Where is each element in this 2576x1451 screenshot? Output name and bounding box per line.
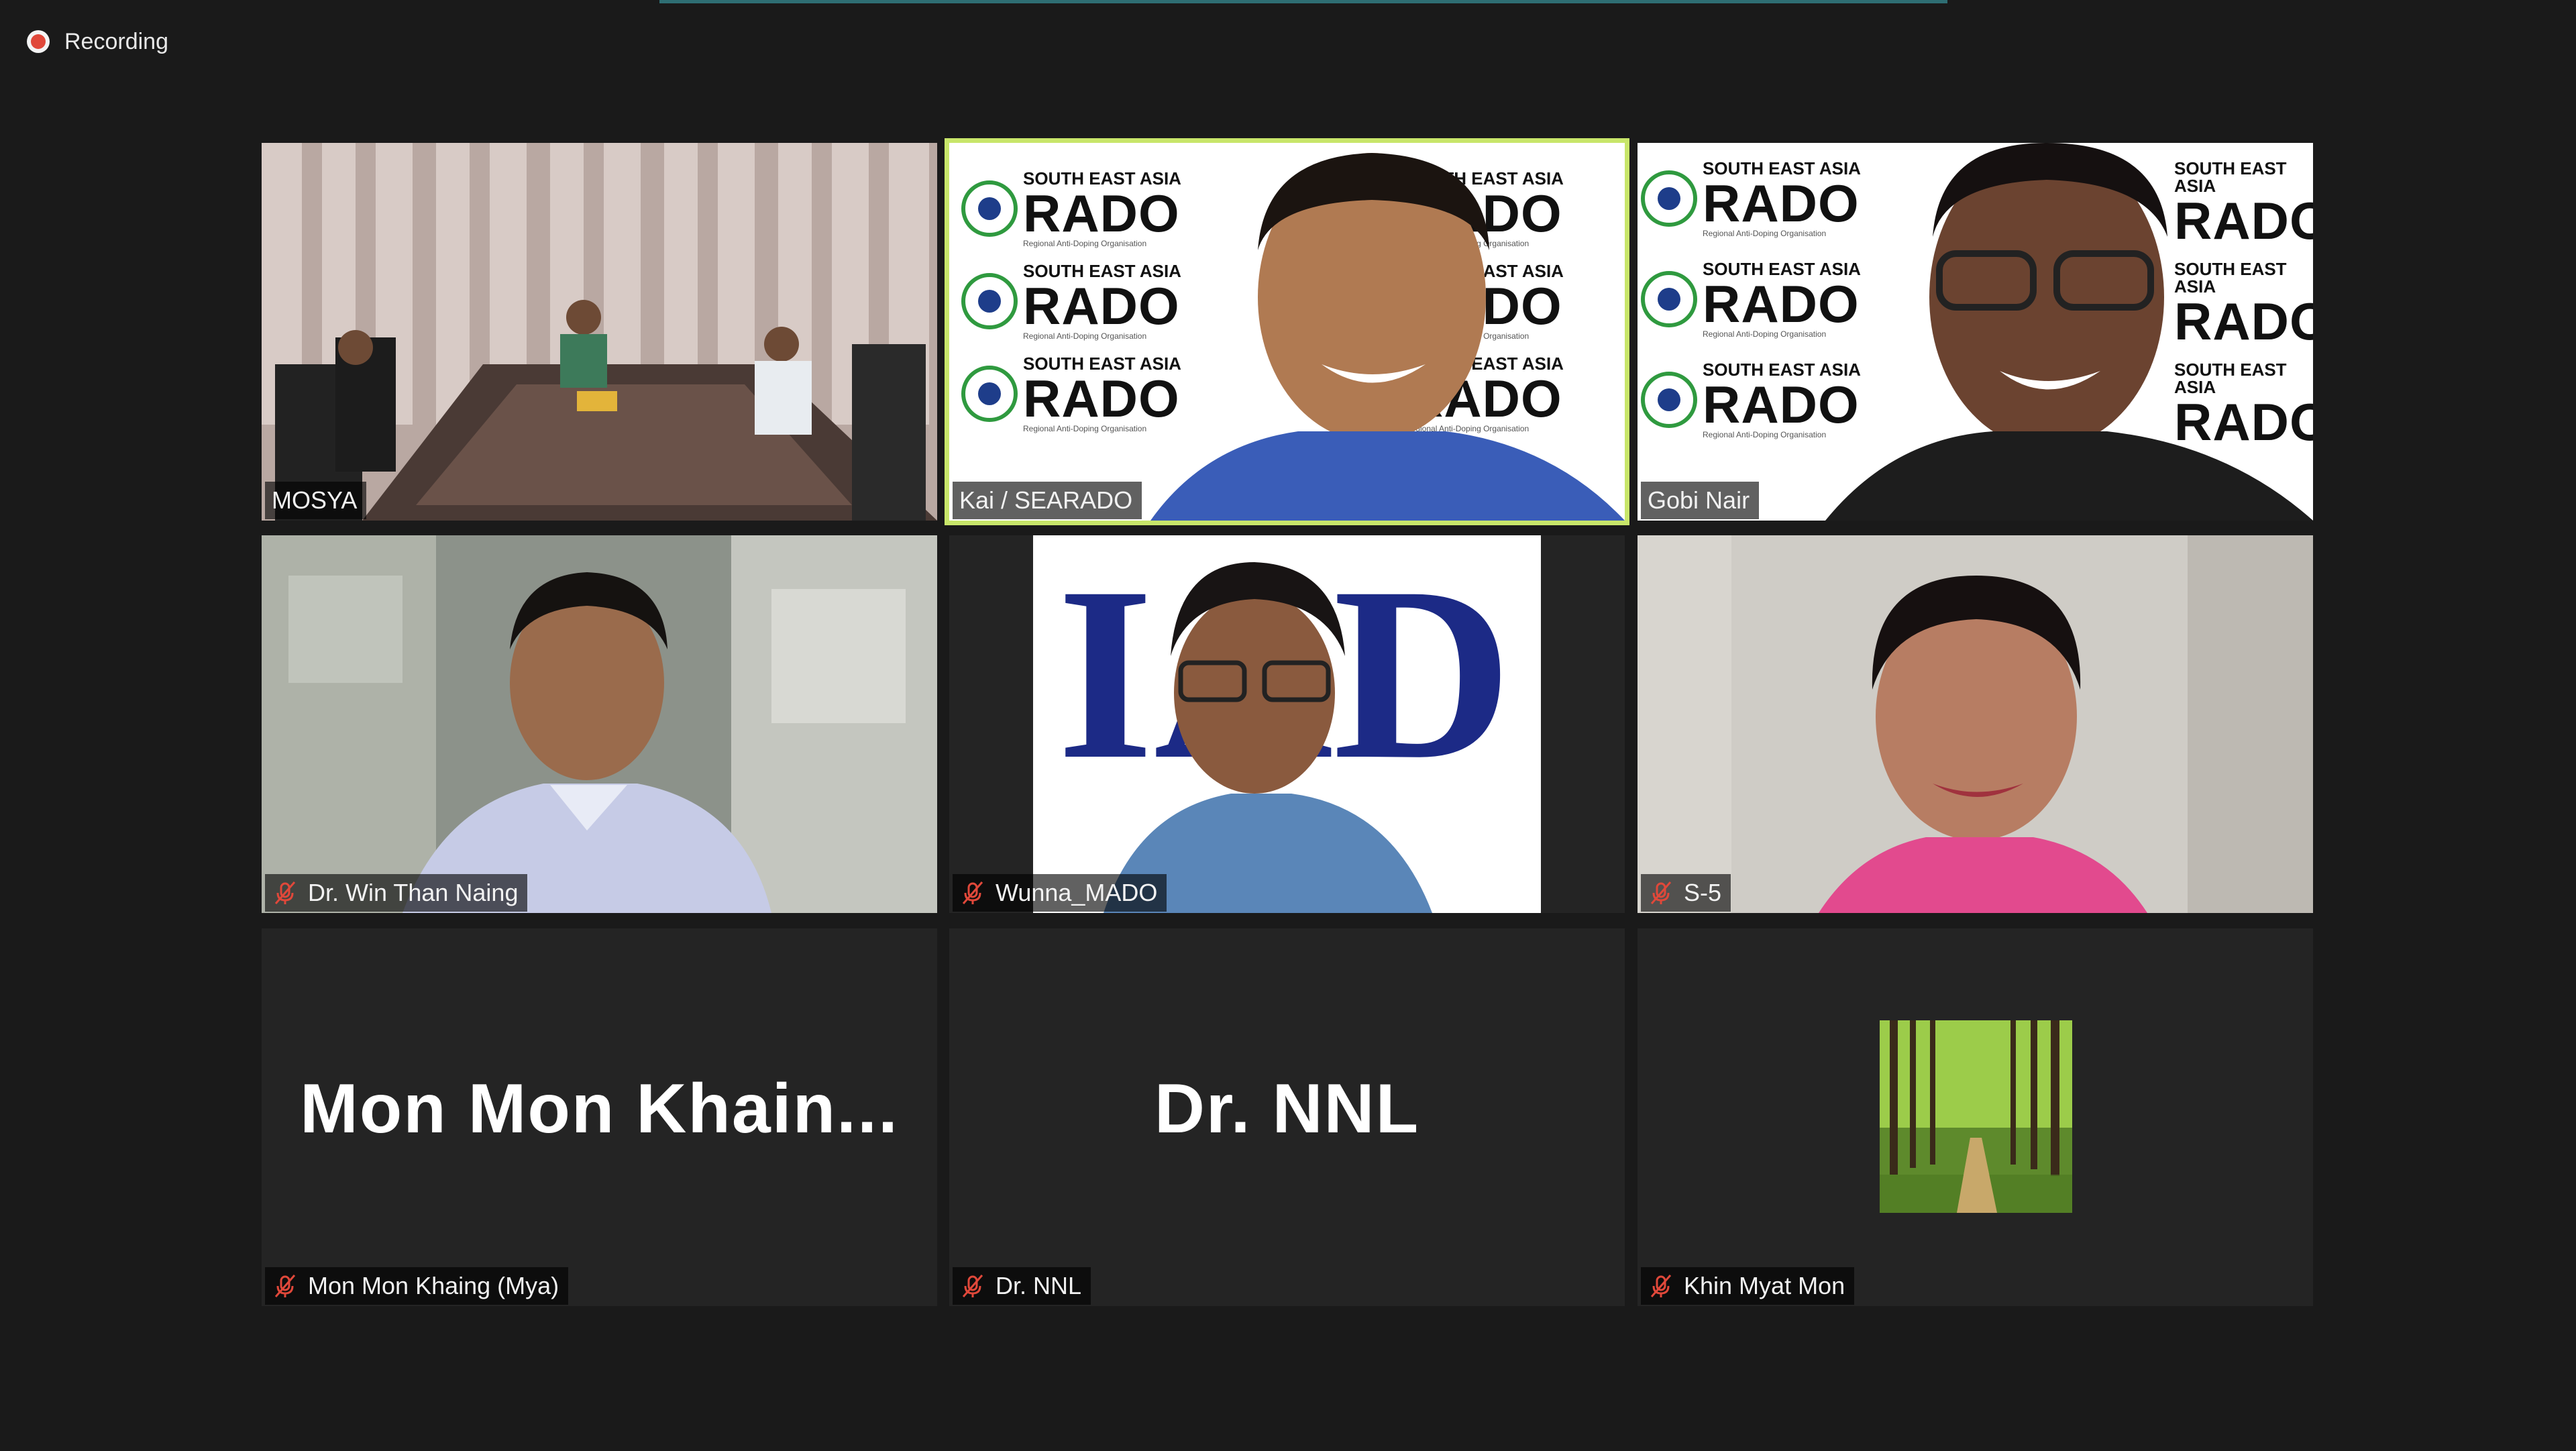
participant-name: Khin Myat Mon: [1684, 1272, 1845, 1299]
video-tile-mosya[interactable]: MOSYA: [262, 143, 937, 521]
video-feed: [262, 535, 937, 913]
participant-name-tag: Dr. NNL: [953, 1267, 1091, 1305]
mic-muted-icon: [1650, 881, 1672, 904]
video-tile-wunna-mado[interactable]: IAD Wunna_MADO: [949, 535, 1625, 913]
participant-name-tag: Khin Myat Mon: [1641, 1267, 1855, 1305]
video-feed: IAD: [949, 535, 1625, 913]
mic-muted-icon: [274, 881, 296, 904]
video-feed: [262, 143, 937, 521]
participant-name: MOSYA: [272, 486, 358, 514]
participant-name-tag: Kai / SEARADO: [953, 482, 1142, 519]
participant-display-name: Dr. NNL: [1154, 1070, 1420, 1148]
video-tile-s-5[interactable]: S-5: [1638, 535, 2313, 913]
video-feed: [1150, 153, 1625, 521]
participant-name-tag: Wunna_MADO: [953, 874, 1167, 912]
participant-name-tag: Gobi Nair: [1641, 482, 1760, 519]
video-feed: [1825, 143, 2313, 521]
participant-name-tag: Dr. Win Than Naing: [265, 874, 528, 912]
participant-name: S-5: [1684, 879, 1722, 906]
top-accent-bar: [659, 0, 1947, 3]
profile-picture-forest: [1880, 1020, 2072, 1213]
video-feed: [1638, 535, 2313, 913]
video-tile-mon-mon-khaing[interactable]: Mon Mon Khain... Mon Mon Khaing (Mya): [262, 928, 937, 1306]
mic-muted-icon: [1650, 1275, 1672, 1297]
video-tile-dr-win-than-naing[interactable]: Dr. Win Than Naing: [262, 535, 937, 913]
mic-muted-icon: [962, 881, 983, 904]
participant-name-tag: S-5: [1641, 874, 1731, 912]
participant-name: Mon Mon Khaing (Mya): [308, 1272, 559, 1299]
participant-name-tag: MOSYA: [265, 482, 367, 519]
video-tile-kai-searado[interactable]: SOUTH EAST ASIA RADO Regional Anti-Dopin…: [945, 138, 1629, 525]
meeting-stage: Recording MOSYA SOUTH EAST ASIA RADO Reg…: [0, 0, 2576, 1451]
recording-label: Recording: [64, 28, 168, 54]
participant-name: Dr. Win Than Naing: [308, 879, 519, 906]
mic-muted-icon: [962, 1275, 983, 1297]
recording-indicator[interactable]: Recording: [27, 28, 168, 55]
participant-name: Dr. NNL: [996, 1272, 1082, 1299]
participant-name: Wunna_MADO: [996, 879, 1158, 906]
video-tile-khin-myat-mon[interactable]: Khin Myat Mon: [1638, 928, 2313, 1306]
participant-name: Gobi Nair: [1648, 486, 1750, 514]
video-tile-gobi-nair[interactable]: SOUTH EAST ASIA RADO Regional Anti-Dopin…: [1638, 143, 2313, 521]
video-tile-dr-nnl[interactable]: Dr. NNL Dr. NNL: [949, 928, 1625, 1306]
mic-muted-icon: [274, 1275, 296, 1297]
record-dot-icon: [27, 30, 50, 53]
participant-display-name: Mon Mon Khain...: [300, 1070, 899, 1148]
participant-name: Kai / SEARADO: [959, 486, 1133, 514]
participant-name-tag: Mon Mon Khaing (Mya): [265, 1267, 569, 1305]
